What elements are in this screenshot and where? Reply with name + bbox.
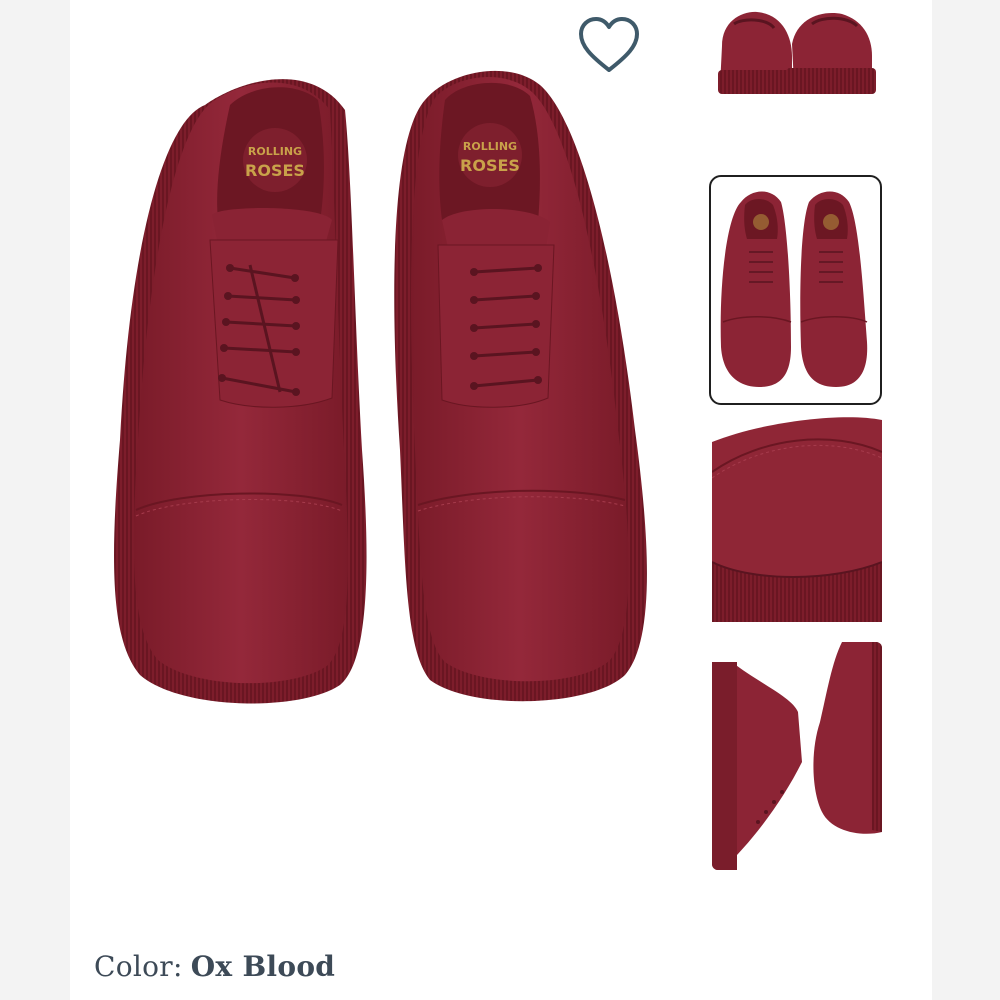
svg-text:ROSES: ROSES xyxy=(245,161,305,180)
color-label: Color: xyxy=(94,950,183,983)
left-margin xyxy=(0,0,70,1000)
right-margin xyxy=(932,0,1000,1000)
svg-text:ROSES: ROSES xyxy=(460,156,520,175)
color-caption: Color: Ox Blood xyxy=(94,950,335,983)
heart-outline-icon xyxy=(579,17,639,72)
right-shoe: ROLLING ROSES xyxy=(394,70,647,702)
svg-text:ROLLING: ROLLING xyxy=(463,140,517,153)
wishlist-button[interactable] xyxy=(574,14,644,76)
svg-text:ROLLING: ROLLING xyxy=(248,145,302,158)
thumbnail-toe-closeup[interactable] xyxy=(712,412,882,628)
thumbnail-back-view[interactable] xyxy=(712,6,882,104)
thumbnail-top-view-selected[interactable] xyxy=(709,175,882,405)
main-product-image: ROLLING ROSES ROLLING ROSES xyxy=(70,0,690,940)
left-shoe: ROLLING ROSES xyxy=(114,79,367,704)
thumbnail-side-view[interactable] xyxy=(712,642,882,870)
color-value: Ox Blood xyxy=(190,950,336,983)
